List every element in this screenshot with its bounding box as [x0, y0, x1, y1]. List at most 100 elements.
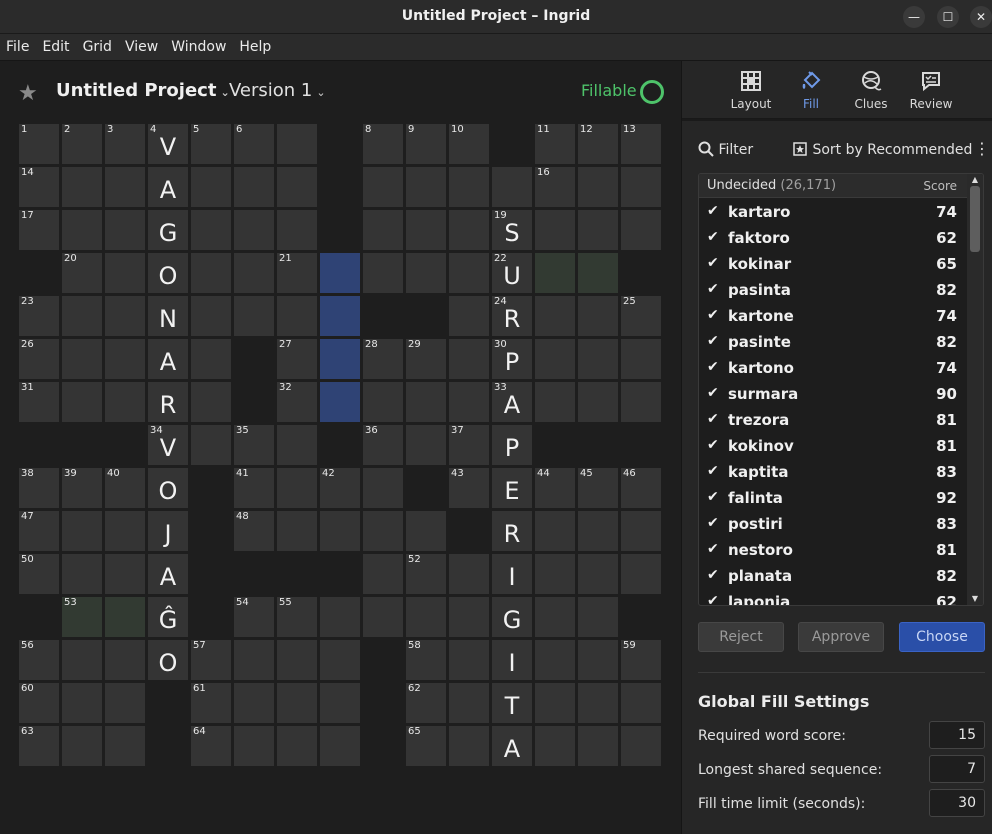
- grid-block-cell[interactable]: [276, 553, 318, 595]
- grid-block-cell[interactable]: [577, 424, 619, 466]
- grid-cell[interactable]: N: [147, 295, 189, 337]
- grid-cell[interactable]: 52: [405, 553, 447, 595]
- grid-cell[interactable]: [104, 553, 146, 595]
- grid-cell[interactable]: [448, 553, 490, 595]
- crossword-grid[interactable]: 1 2 3 4 V 5 6 8 9 10 11 12 13 14 A 16 17 G 19 S 20 O 21 22 U 23 N 2…: [18, 123, 663, 768]
- menu-edit[interactable]: Edit: [42, 39, 69, 55]
- grid-block-cell[interactable]: [104, 424, 146, 466]
- grid-cell[interactable]: 29: [405, 338, 447, 380]
- grid-cell[interactable]: [190, 209, 232, 251]
- grid-cell[interactable]: [61, 295, 103, 337]
- grid-cell[interactable]: [61, 553, 103, 595]
- grid-cell[interactable]: [577, 639, 619, 681]
- grid-cell[interactable]: [620, 725, 662, 767]
- tab-layout[interactable]: Layout: [721, 69, 781, 111]
- minimize-button[interactable]: —: [903, 6, 925, 28]
- scroll-thumb[interactable]: [970, 186, 980, 252]
- grid-cell[interactable]: [534, 510, 576, 552]
- grid-block-cell[interactable]: [448, 510, 490, 552]
- grid-cell[interactable]: [362, 381, 404, 423]
- grid-cell[interactable]: [61, 510, 103, 552]
- grid-cell[interactable]: [577, 209, 619, 251]
- grid-cell[interactable]: 40: [104, 467, 146, 509]
- list-item[interactable]: ✔ trezora 81: [699, 408, 969, 434]
- grid-cell[interactable]: [190, 424, 232, 466]
- grid-block-cell[interactable]: [147, 682, 189, 724]
- grid-cell[interactable]: Ĝ: [147, 596, 189, 638]
- grid-cell[interactable]: A: [491, 725, 533, 767]
- grid-cell[interactable]: [276, 467, 318, 509]
- grid-cell[interactable]: [448, 725, 490, 767]
- list-item[interactable]: ✔ nestoro 81: [699, 538, 969, 564]
- longest-shared-sequence-input[interactable]: 7: [929, 755, 985, 783]
- grid-cell[interactable]: 13: [620, 123, 662, 165]
- grid-cell[interactable]: [620, 381, 662, 423]
- grid-cell[interactable]: [276, 639, 318, 681]
- maximize-button[interactable]: ☐: [937, 6, 959, 28]
- grid-cell[interactable]: [362, 209, 404, 251]
- choose-button[interactable]: Choose: [899, 622, 985, 652]
- grid-cell[interactable]: [104, 510, 146, 552]
- grid-cell[interactable]: [620, 166, 662, 208]
- grid-cell[interactable]: [620, 209, 662, 251]
- grid-cell[interactable]: [534, 725, 576, 767]
- grid-cell[interactable]: 24 R: [491, 295, 533, 337]
- grid-cell[interactable]: [319, 639, 361, 681]
- filter-button[interactable]: Filter: [698, 141, 753, 158]
- grid-cell[interactable]: 46: [620, 467, 662, 509]
- grid-cell[interactable]: 63: [18, 725, 60, 767]
- grid-block-cell[interactable]: [233, 338, 275, 380]
- grid-cell[interactable]: 28: [362, 338, 404, 380]
- grid-cell[interactable]: [362, 467, 404, 509]
- list-item[interactable]: ✔ planata 82: [699, 564, 969, 590]
- grid-cell[interactable]: P: [491, 424, 533, 466]
- grid-cell[interactable]: [104, 596, 146, 638]
- grid-cell[interactable]: [61, 725, 103, 767]
- grid-cell[interactable]: [405, 166, 447, 208]
- grid-cell[interactable]: [534, 209, 576, 251]
- grid-cell[interactable]: 48: [233, 510, 275, 552]
- candidate-list[interactable]: Undecided (26,171) Score ✔ kartaro 74 ✔ fakt…: [698, 173, 984, 606]
- grid-cell[interactable]: [104, 682, 146, 724]
- grid-cell[interactable]: [362, 510, 404, 552]
- grid-cell[interactable]: [448, 639, 490, 681]
- grid-cell[interactable]: 61: [190, 682, 232, 724]
- grid-cell[interactable]: 19 S: [491, 209, 533, 251]
- menu-grid[interactable]: Grid: [83, 39, 112, 55]
- grid-cell[interactable]: 55: [276, 596, 318, 638]
- reject-button[interactable]: Reject: [698, 622, 784, 652]
- grid-cell[interactable]: 34 V: [147, 424, 189, 466]
- grid-cell[interactable]: 45: [577, 467, 619, 509]
- grid-cell[interactable]: [319, 252, 361, 294]
- grid-block-cell[interactable]: [319, 166, 361, 208]
- grid-cell[interactable]: [190, 381, 232, 423]
- grid-cell[interactable]: 16: [534, 166, 576, 208]
- grid-cell[interactable]: 2: [61, 123, 103, 165]
- grid-block-cell[interactable]: [18, 596, 60, 638]
- grid-cell[interactable]: R: [491, 510, 533, 552]
- grid-cell[interactable]: [405, 596, 447, 638]
- grid-cell[interactable]: 37: [448, 424, 490, 466]
- grid-cell[interactable]: 14: [18, 166, 60, 208]
- grid-cell[interactable]: [233, 682, 275, 724]
- grid-cell[interactable]: [233, 209, 275, 251]
- grid-cell[interactable]: [319, 295, 361, 337]
- grid-cell[interactable]: 39: [61, 467, 103, 509]
- grid-block-cell[interactable]: [233, 553, 275, 595]
- scroll-down-icon[interactable]: ▼: [967, 594, 983, 603]
- grid-cell[interactable]: 53: [61, 596, 103, 638]
- grid-cell[interactable]: 6: [233, 123, 275, 165]
- grid-cell[interactable]: 5: [190, 123, 232, 165]
- grid-block-cell[interactable]: [61, 424, 103, 466]
- menu-view[interactable]: View: [125, 39, 158, 55]
- grid-cell[interactable]: [104, 725, 146, 767]
- grid-block-cell[interactable]: [190, 467, 232, 509]
- grid-cell[interactable]: 65: [405, 725, 447, 767]
- grid-cell[interactable]: [233, 725, 275, 767]
- grid-cell[interactable]: 33 A: [491, 381, 533, 423]
- grid-cell[interactable]: [61, 209, 103, 251]
- required-word-score-input[interactable]: 15: [929, 721, 985, 749]
- grid-cell[interactable]: [448, 209, 490, 251]
- grid-cell[interactable]: [190, 338, 232, 380]
- list-item[interactable]: ✔ pasinta 82: [699, 278, 969, 304]
